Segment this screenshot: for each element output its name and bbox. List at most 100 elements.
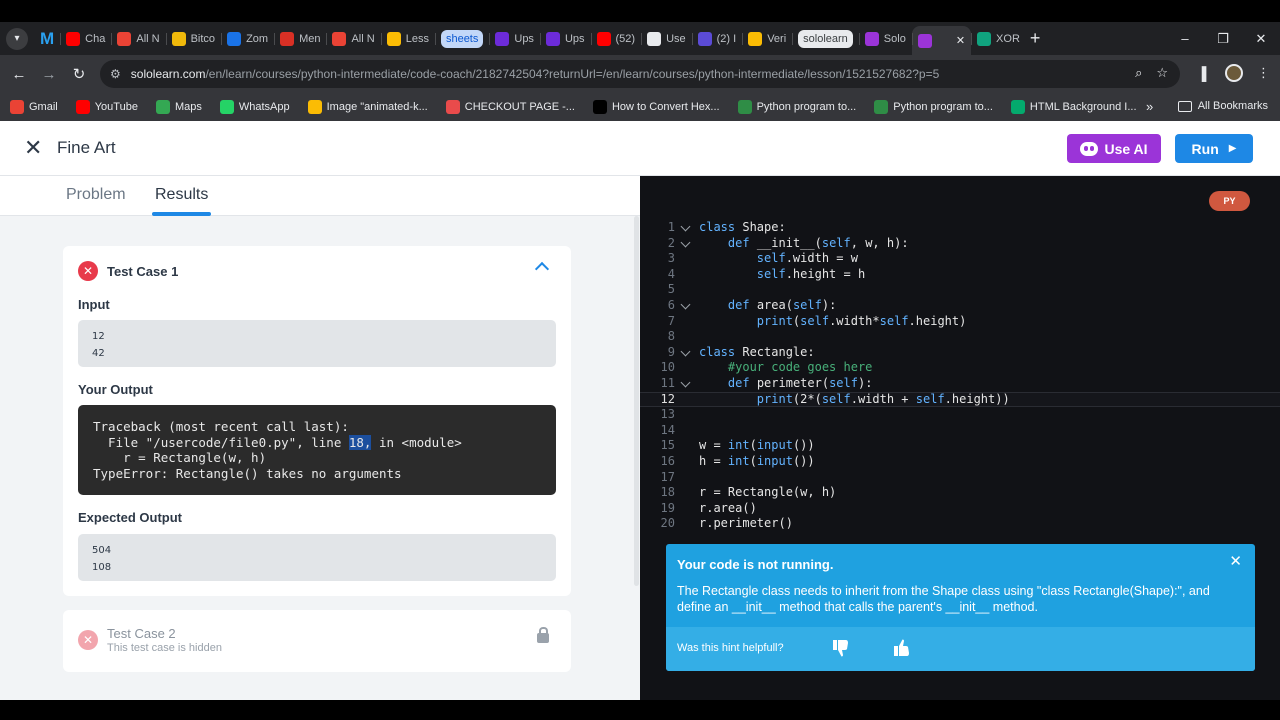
site-info-icon[interactable]: ⚙: [110, 67, 121, 81]
menu-kebab-icon[interactable]: ⋮: [1257, 65, 1270, 81]
bookmark-item[interactable]: Image "animated-k...: [307, 100, 428, 114]
bookmark-item[interactable]: YouTube: [75, 100, 138, 114]
new-tab-button[interactable]: +: [1030, 28, 1041, 49]
app-header: ✕ Fine Art Use AI Run ▶: [0, 121, 1280, 176]
browser-tab[interactable]: Use: [641, 26, 692, 52]
code-line[interactable]: 17: [640, 470, 1280, 486]
browser-tab[interactable]: All N: [111, 26, 165, 52]
fold-chevron-icon[interactable]: [680, 346, 691, 357]
minimize-icon[interactable]: –: [1166, 31, 1204, 46]
code-line[interactable]: 11 def perimeter(self):: [640, 376, 1280, 392]
tab-favicon-icon: [596, 31, 611, 46]
profile-avatar[interactable]: [1225, 64, 1243, 82]
bookmark-item[interactable]: CHECKOUT PAGE -...: [445, 100, 575, 114]
code-line[interactable]: 10 #your code goes here: [640, 360, 1280, 376]
browser-tab[interactable]: sheets: [434, 26, 489, 52]
tab-label: Ups: [564, 32, 585, 45]
restore-icon[interactable]: ❐: [1204, 31, 1242, 47]
code-lines[interactable]: 1 class Shape: 2 def __init__(self, w, h):…: [640, 220, 1280, 532]
browser-tab[interactable]: Solo: [858, 26, 912, 52]
bookmark-label: Maps: [174, 101, 202, 113]
ai-bot-icon: [1080, 141, 1099, 156]
test-case-2-card[interactable]: ✕ Test Case 2 This test case is hidden: [63, 610, 571, 672]
tab-results[interactable]: Results: [151, 186, 212, 216]
close-window-icon[interactable]: ✕: [1242, 31, 1280, 47]
line-number: 14: [660, 422, 675, 437]
bookmark-item[interactable]: How to Convert Hex...: [592, 100, 720, 114]
browser-tab[interactable]: Men: [274, 26, 326, 52]
close-tab-icon[interactable]: ✕: [956, 34, 965, 47]
fold-chevron-icon[interactable]: [680, 221, 691, 232]
code-line[interactable]: 20 r.perimeter(): [640, 516, 1280, 532]
tab-label: (52): [615, 32, 636, 45]
code-line[interactable]: 12 print(2*(self.width + self.height)): [640, 391, 1280, 408]
code-line[interactable]: 4 self.height = h: [640, 267, 1280, 283]
browser-tab[interactable]: Cha: [60, 26, 111, 52]
browser-tab[interactable]: Less: [380, 26, 435, 52]
output-text: in <module>: [371, 434, 462, 450]
browser-tab[interactable]: Ups: [489, 26, 540, 52]
browser-tab[interactable]: Zom: [221, 26, 274, 52]
tab-favicon-icon: [647, 31, 662, 46]
run-button[interactable]: Run ▶: [1175, 134, 1253, 163]
use-ai-button[interactable]: Use AI: [1067, 134, 1161, 163]
bookmark-item[interactable]: Python program to...: [874, 100, 993, 114]
all-bookmarks[interactable]: All Bookmarks: [1177, 100, 1268, 112]
fold-chevron-icon[interactable]: [680, 237, 691, 248]
code-line[interactable]: 2 def __init__(self, w, h):: [640, 236, 1280, 252]
browser-tab[interactable]: (2) I: [691, 26, 743, 52]
code-line[interactable]: 16 h = int(input()): [640, 454, 1280, 470]
browser-tab[interactable]: M: [34, 26, 60, 52]
your-output-label: Your Output: [78, 382, 153, 397]
browser-tab[interactable]: All N: [326, 26, 380, 52]
tab-favicon-icon: [545, 31, 560, 46]
code-line[interactable]: 13: [640, 407, 1280, 423]
bookmark-item[interactable]: Maps: [155, 100, 202, 114]
fold-chevron-icon[interactable]: [680, 377, 691, 388]
zoom-icon[interactable]: ⌕: [1135, 65, 1142, 81]
results-scrollbar[interactable]: [634, 216, 639, 586]
code-line[interactable]: 18 r = Rectangle(w, h): [640, 485, 1280, 501]
address-bar[interactable]: ⚙ sololearn.com/en/learn/courses/python-…: [100, 60, 1180, 88]
browser-tab[interactable]: XOR: [971, 26, 1026, 52]
code-line[interactable]: 15 w = int(input()): [640, 438, 1280, 454]
back-icon[interactable]: ←: [4, 66, 34, 83]
reload-icon[interactable]: ↻: [64, 65, 94, 83]
browser-tab[interactable]: ✕: [911, 25, 972, 56]
bookmarks-overflow-icon[interactable]: »: [1146, 99, 1153, 114]
tab-search-button[interactable]: ▾: [6, 27, 28, 50]
code-line[interactable]: 8: [640, 329, 1280, 345]
bookmark-star-icon[interactable]: ☆: [1156, 65, 1168, 81]
browser-tab[interactable]: sololearn: [792, 26, 859, 52]
browser-tab[interactable]: Bitco: [165, 26, 221, 52]
close-icon[interactable]: ✕: [24, 137, 42, 159]
bookmark-item[interactable]: WhatsApp: [219, 100, 290, 114]
chevron-up-icon[interactable]: [534, 261, 550, 277]
tab-label: XOR: [996, 32, 1020, 45]
browser-tab[interactable]: (52): [590, 26, 642, 52]
code-line[interactable]: 5: [640, 282, 1280, 298]
bookmark-item[interactable]: Gmail: [10, 100, 58, 114]
forward-icon[interactable]: →: [34, 66, 64, 83]
your-output-box: Traceback (most recent call last): File …: [78, 405, 556, 495]
code-line[interactable]: 9 class Rectangle:: [640, 345, 1280, 361]
code-text: r.perimeter(): [699, 516, 793, 531]
omnibox-actions: ⌕ ☆: [1135, 65, 1168, 81]
side-panel-icon[interactable]: ▌: [1202, 66, 1211, 81]
fold-chevron-icon[interactable]: [680, 299, 691, 310]
code-text: #your code goes here: [727, 360, 873, 375]
tab-problem[interactable]: Problem: [66, 186, 126, 204]
code-line[interactable]: 3 self.width = w: [640, 251, 1280, 267]
code-line[interactable]: 19 r.area(): [640, 501, 1280, 517]
code-line[interactable]: 7 print(self.width*self.height): [640, 314, 1280, 330]
browser-tab[interactable]: Veri: [742, 26, 792, 52]
bookmark-item[interactable]: HTML Background I...: [1010, 100, 1137, 114]
code-line[interactable]: 6 def area(self):: [640, 298, 1280, 314]
code-line[interactable]: 1 class Shape:: [640, 220, 1280, 236]
bookmark-item[interactable]: Python program to...: [737, 100, 856, 114]
hint-close-icon[interactable]: ✕: [1229, 552, 1242, 570]
thumbs-down-icon[interactable]: [831, 638, 851, 658]
code-line[interactable]: 14: [640, 423, 1280, 439]
browser-tab[interactable]: Ups: [539, 26, 591, 52]
thumbs-up-icon[interactable]: [892, 638, 912, 658]
